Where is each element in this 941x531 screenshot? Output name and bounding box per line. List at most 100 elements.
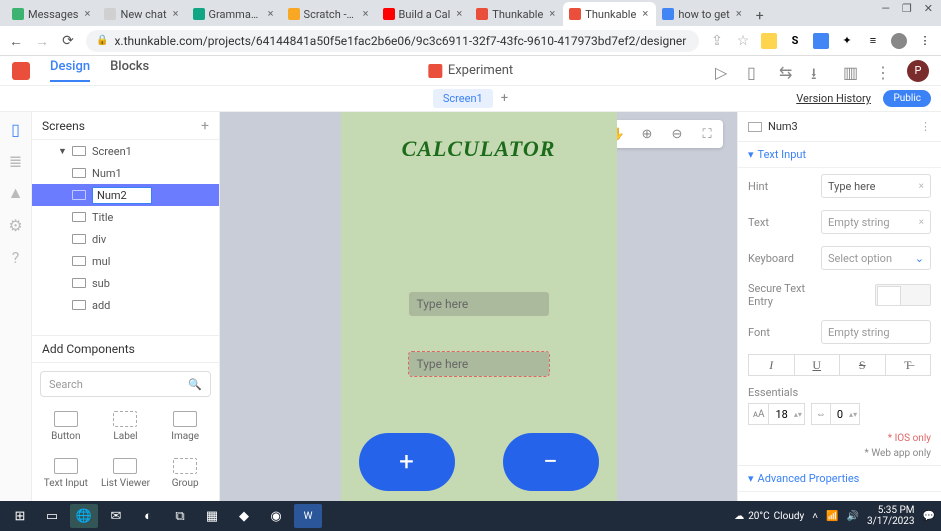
reload-icon[interactable]: ⟳ xyxy=(60,33,76,49)
clear-icon[interactable]: × xyxy=(919,181,924,192)
image-icon[interactable]: ▲ xyxy=(7,184,25,202)
strike-button[interactable]: S xyxy=(840,354,886,376)
italic-button[interactable]: I xyxy=(748,354,795,376)
stepper-icon[interactable]: ▴▾ xyxy=(794,410,804,419)
extensions-icon[interactable]: ✦ xyxy=(839,33,855,49)
tree-row[interactable]: div xyxy=(32,228,219,250)
volume-icon[interactable]: 🔊 xyxy=(847,511,859,522)
add-screen-button[interactable]: + xyxy=(501,91,508,106)
more-icon[interactable]: ⋮ xyxy=(875,63,891,79)
task-view-icon[interactable]: ▭ xyxy=(38,504,66,528)
search-input[interactable]: Search 🔍 xyxy=(40,371,211,397)
close-icon[interactable]: × xyxy=(266,9,276,19)
component-image[interactable]: Image xyxy=(157,405,213,448)
mail-icon[interactable]: ✉ xyxy=(102,504,130,528)
component-label[interactable]: Label xyxy=(98,405,154,448)
forward-icon[interactable]: → xyxy=(34,33,50,49)
num1-input[interactable]: Type here xyxy=(409,292,549,316)
screen-tab[interactable]: Screen1 xyxy=(433,89,493,108)
new-tab-button[interactable]: + xyxy=(750,6,770,26)
section-advanced[interactable]: ▾Advanced Properties xyxy=(738,465,941,492)
tree-row[interactable]: Num1 xyxy=(32,162,219,184)
close-icon[interactable]: × xyxy=(640,9,650,19)
close-icon[interactable]: × xyxy=(547,9,557,19)
keyboard-select[interactable]: Select option⌄ xyxy=(821,246,931,270)
tree-row-selected[interactable] xyxy=(32,184,219,206)
component-text-input[interactable]: Text Input xyxy=(38,452,94,495)
version-history-link[interactable]: Version History xyxy=(796,92,871,105)
maximize-icon[interactable]: ❐ xyxy=(902,2,912,15)
chrome-icon[interactable]: 🌐 xyxy=(70,504,98,528)
app-title-label[interactable]: CALCULATOR xyxy=(402,136,556,162)
project-name[interactable]: Experiment xyxy=(428,63,513,78)
browser-tab[interactable]: how to get× xyxy=(656,2,749,26)
vscode-icon[interactable]: ⧉ xyxy=(166,504,194,528)
tree-row-screen[interactable]: ▼Screen1 xyxy=(32,140,219,162)
edge-icon[interactable]: ◉ xyxy=(262,504,290,528)
browser-tab-active[interactable]: Thunkable× xyxy=(563,2,656,26)
ext-icon[interactable]: S xyxy=(787,33,803,49)
avatar[interactable]: P xyxy=(907,60,929,82)
fit-icon[interactable]: ⛶ xyxy=(699,126,715,142)
browser-tab[interactable]: New chat× xyxy=(98,2,186,26)
hint-input[interactable]: Type here× xyxy=(821,174,931,198)
plus-button[interactable]: + xyxy=(359,433,455,491)
secure-toggle[interactable] xyxy=(875,284,931,306)
tree-row[interactable]: Title xyxy=(32,206,219,228)
notifications-icon[interactable]: 💬 xyxy=(923,511,935,522)
tree-row[interactable]: add xyxy=(32,294,219,316)
docs-icon[interactable]: ▥ xyxy=(843,63,859,79)
browser-tab[interactable]: Grammarl…× xyxy=(187,2,282,26)
clock[interactable]: 5:35 PM 3/17/2023 xyxy=(867,505,915,527)
underline-button[interactable]: U xyxy=(795,354,841,376)
num2-input-selected[interactable]: Type here xyxy=(409,352,549,376)
star-icon[interactable]: ☆ xyxy=(735,33,751,49)
download-icon[interactable]: ⭳ xyxy=(811,63,827,79)
tree-row[interactable]: mul xyxy=(32,250,219,272)
tree-row[interactable]: sub xyxy=(32,272,219,294)
thunkable-logo-icon[interactable] xyxy=(12,62,30,80)
minimize-icon[interactable]: — xyxy=(881,2,890,15)
font-size-stepper[interactable]: ᴀA18▴▾ xyxy=(748,403,805,425)
close-icon[interactable]: × xyxy=(734,9,744,19)
close-icon[interactable]: × xyxy=(454,9,464,19)
clear-format-button[interactable]: T̶ xyxy=(886,354,932,376)
app-icon[interactable]: ◆ xyxy=(230,504,258,528)
device-icon[interactable]: ▯ xyxy=(747,63,763,79)
browser-tab[interactable]: Build a Cal× xyxy=(377,2,471,26)
zoom-out-icon[interactable]: ⊖ xyxy=(669,126,685,142)
rename-input[interactable] xyxy=(92,187,152,204)
browser-tab[interactable]: Scratch - Im× xyxy=(282,2,377,26)
clear-icon[interactable]: × xyxy=(919,217,924,228)
start-icon[interactable]: ⊞ xyxy=(6,504,34,528)
reading-list-icon[interactable]: ≡ xyxy=(865,33,881,49)
gear-icon[interactable]: ⚙ xyxy=(7,216,25,234)
share-icon[interactable]: ⇪ xyxy=(709,33,725,49)
tab-blocks[interactable]: Blocks xyxy=(110,59,149,82)
profile-icon[interactable] xyxy=(891,33,907,49)
public-button[interactable]: Public xyxy=(883,90,931,107)
share-icon[interactable]: ⇆ xyxy=(779,63,795,79)
close-icon[interactable]: × xyxy=(171,9,181,19)
back-icon[interactable]: ← xyxy=(8,33,24,49)
tray-chevron-icon[interactable]: ˄ xyxy=(812,511,818,522)
more-icon[interactable]: ⋮ xyxy=(920,120,931,133)
component-list-viewer[interactable]: List Viewer xyxy=(98,452,154,495)
ext-icon[interactable] xyxy=(761,33,777,49)
tab-design[interactable]: Design xyxy=(50,59,90,82)
play-icon[interactable]: ▷ xyxy=(715,63,731,79)
ext-icon[interactable] xyxy=(813,33,829,49)
browser-tab[interactable]: Messages× xyxy=(6,2,98,26)
zoom-in-icon[interactable]: ⊕ xyxy=(639,126,655,142)
design-canvas[interactable]: ➤ ✋ ⊕ ⊖ ⛶ CALCULATOR Type here Type here… xyxy=(220,112,737,501)
component-group[interactable]: Group xyxy=(157,452,213,495)
close-icon[interactable]: × xyxy=(82,9,92,19)
weather-widget[interactable]: ☁ 20°C Cloudy xyxy=(734,511,804,522)
wifi-icon[interactable]: 📶 xyxy=(826,511,838,522)
section-text-input[interactable]: ▾Text Input xyxy=(738,142,941,168)
calendar-icon[interactable]: ▦ xyxy=(198,504,226,528)
menu-icon[interactable]: ⋮ xyxy=(917,33,933,49)
text-input[interactable]: Empty string× xyxy=(821,210,931,234)
minus-button[interactable]: − xyxy=(503,433,599,491)
word-icon[interactable]: W xyxy=(294,504,322,528)
